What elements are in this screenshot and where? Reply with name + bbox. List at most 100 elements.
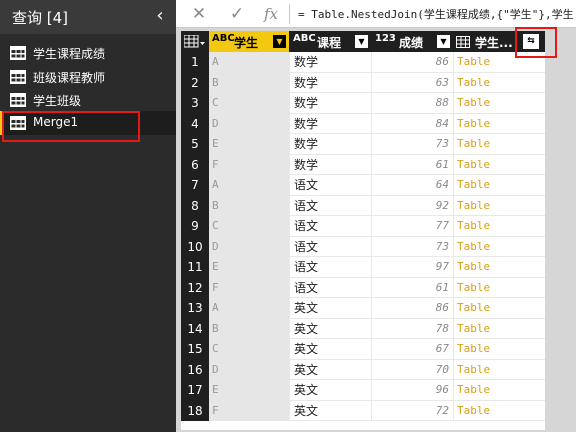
- formula-input[interactable]: = Table.NestedJoin(学生课程成绩,{"学生"},学生: [298, 6, 576, 22]
- cell-course[interactable]: 语文: [289, 257, 371, 278]
- query-item-2[interactable]: 学生班级: [0, 88, 176, 112]
- row-number[interactable]: 8: [181, 195, 209, 216]
- row-number[interactable]: 12: [181, 277, 209, 298]
- cell-score[interactable]: 63: [371, 72, 453, 93]
- cell-course[interactable]: 语文: [289, 195, 371, 216]
- row-number[interactable]: 15: [181, 339, 209, 360]
- cell-score[interactable]: 86: [371, 52, 453, 73]
- row-number[interactable]: 2: [181, 72, 209, 93]
- cell-table-link[interactable]: Table: [453, 298, 545, 319]
- cell-course[interactable]: 语文: [289, 175, 371, 196]
- cell-score[interactable]: 77: [371, 216, 453, 237]
- cell-table-link[interactable]: Table: [453, 154, 545, 175]
- cell-course[interactable]: 数学: [289, 134, 371, 155]
- cell-course[interactable]: 语文: [289, 277, 371, 298]
- cell-score[interactable]: 73: [371, 134, 453, 155]
- row-number[interactable]: 13: [181, 298, 209, 319]
- cell-table-link[interactable]: Table: [453, 113, 545, 134]
- cell-score[interactable]: 78: [371, 318, 453, 339]
- filter-dropdown-icon[interactable]: ▼: [273, 35, 286, 48]
- cell-score[interactable]: 67: [371, 339, 453, 360]
- cell-student[interactable]: C: [209, 216, 289, 237]
- cell-score[interactable]: 97: [371, 257, 453, 278]
- cell-student[interactable]: F: [209, 277, 289, 298]
- query-item-3[interactable]: Merge1: [0, 111, 176, 135]
- cell-score[interactable]: 96: [371, 380, 453, 401]
- cell-score[interactable]: 61: [371, 277, 453, 298]
- cell-student[interactable]: D: [209, 236, 289, 257]
- row-number[interactable]: 14: [181, 318, 209, 339]
- cell-student[interactable]: F: [209, 400, 289, 421]
- row-number[interactable]: 10: [181, 236, 209, 257]
- row-number[interactable]: 7: [181, 175, 209, 196]
- cell-score[interactable]: 64: [371, 175, 453, 196]
- cell-table-link[interactable]: Table: [453, 339, 545, 360]
- cell-table-link[interactable]: Table: [453, 175, 545, 196]
- cell-student[interactable]: F: [209, 154, 289, 175]
- cell-course[interactable]: 数学: [289, 52, 371, 73]
- cell-course[interactable]: 数学: [289, 72, 371, 93]
- query-item-0[interactable]: 学生课程成绩: [0, 41, 176, 65]
- cell-table-link[interactable]: Table: [453, 400, 545, 421]
- cell-table-link[interactable]: Table: [453, 52, 545, 73]
- cell-table-link[interactable]: Table: [453, 134, 545, 155]
- cell-table-link[interactable]: Table: [453, 93, 545, 114]
- cancel-icon[interactable]: ✕: [188, 3, 210, 25]
- cell-score[interactable]: 73: [371, 236, 453, 257]
- row-number[interactable]: 11: [181, 257, 209, 278]
- row-number[interactable]: 5: [181, 134, 209, 155]
- cell-table-link[interactable]: Table: [453, 72, 545, 93]
- cell-student[interactable]: E: [209, 257, 289, 278]
- cell-table-link[interactable]: Table: [453, 195, 545, 216]
- cell-score[interactable]: 92: [371, 195, 453, 216]
- table-menu-icon[interactable]: [184, 35, 206, 49]
- cell-score[interactable]: 61: [371, 154, 453, 175]
- expand-column-icon[interactable]: ⇆: [523, 34, 539, 49]
- column-header-score[interactable]: 123 成绩 ▼: [371, 31, 453, 52]
- filter-dropdown-icon[interactable]: ▼: [355, 35, 368, 48]
- cell-table-link[interactable]: Table: [453, 359, 545, 380]
- row-number[interactable]: 9: [181, 216, 209, 237]
- cell-course[interactable]: 语文: [289, 216, 371, 237]
- cell-course[interactable]: 数学: [289, 154, 371, 175]
- cell-student[interactable]: A: [209, 175, 289, 196]
- cell-score[interactable]: 70: [371, 359, 453, 380]
- cell-course[interactable]: 数学: [289, 113, 371, 134]
- filter-dropdown-icon[interactable]: ▼: [437, 35, 450, 48]
- cell-table-link[interactable]: Table: [453, 236, 545, 257]
- cell-table-link[interactable]: Table: [453, 216, 545, 237]
- cell-student[interactable]: D: [209, 113, 289, 134]
- cell-student[interactable]: D: [209, 359, 289, 380]
- row-number[interactable]: 16: [181, 359, 209, 380]
- row-number[interactable]: 3: [181, 93, 209, 114]
- cell-student[interactable]: C: [209, 93, 289, 114]
- fx-icon[interactable]: fx: [260, 3, 282, 25]
- cell-student[interactable]: A: [209, 298, 289, 319]
- cell-table-link[interactable]: Table: [453, 277, 545, 298]
- row-number[interactable]: 17: [181, 380, 209, 401]
- row-number[interactable]: 4: [181, 113, 209, 134]
- cell-course[interactable]: 英文: [289, 298, 371, 319]
- cell-course[interactable]: 语文: [289, 236, 371, 257]
- cell-score[interactable]: 84: [371, 113, 453, 134]
- cell-score[interactable]: 72: [371, 400, 453, 421]
- column-header-course[interactable]: ABC 课程 ▼: [289, 31, 371, 52]
- table-menu-corner[interactable]: [181, 31, 209, 52]
- cell-score[interactable]: 88: [371, 93, 453, 114]
- cell-student[interactable]: E: [209, 134, 289, 155]
- cell-course[interactable]: 英文: [289, 318, 371, 339]
- cell-student[interactable]: E: [209, 380, 289, 401]
- query-item-1[interactable]: 班级课程教师: [0, 65, 176, 89]
- cell-course[interactable]: 英文: [289, 359, 371, 380]
- cell-student[interactable]: A: [209, 52, 289, 73]
- row-number[interactable]: 6: [181, 154, 209, 175]
- cell-course[interactable]: 英文: [289, 400, 371, 421]
- cell-student[interactable]: C: [209, 339, 289, 360]
- cell-student[interactable]: B: [209, 72, 289, 93]
- cell-student[interactable]: B: [209, 318, 289, 339]
- column-header-student-table[interactable]: 学生... ⇆: [453, 31, 545, 52]
- commit-icon[interactable]: ✓: [226, 3, 248, 25]
- cell-course[interactable]: 英文: [289, 380, 371, 401]
- cell-table-link[interactable]: Table: [453, 380, 545, 401]
- cell-course[interactable]: 数学: [289, 93, 371, 114]
